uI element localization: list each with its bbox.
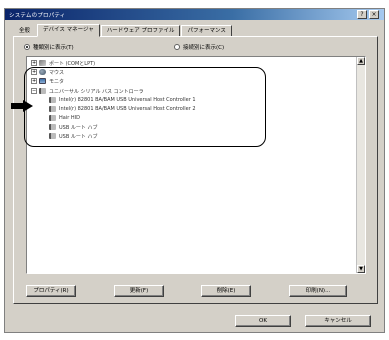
print-button[interactable]: 印刷(N)... xyxy=(289,285,347,297)
view-by-connection-option[interactable]: 接続別に表示(C) xyxy=(174,43,224,51)
radio-view-by-type[interactable] xyxy=(24,44,30,50)
scroll-down-icon[interactable]: ▼ xyxy=(357,265,365,273)
usb-devices-highlight xyxy=(24,67,266,147)
system-properties-window: システムのプロパティ ? × 全般 デバイス マネージャ ハードウェア プロファ… xyxy=(4,8,385,333)
expander-icon[interactable]: + xyxy=(31,60,37,66)
window-title: システムのプロパティ xyxy=(9,13,66,19)
radio-view-by-connection[interactable] xyxy=(174,44,180,50)
port-icon xyxy=(39,60,46,66)
vertical-scrollbar[interactable]: ▲ ▼ xyxy=(356,57,365,273)
refresh-button[interactable]: 更新(F) xyxy=(114,285,164,297)
pointer-arrow-icon xyxy=(11,100,33,112)
tab-device-manager[interactable]: デバイス マネージャ xyxy=(37,24,100,37)
title-bar: システムのプロパティ ? × xyxy=(5,9,384,20)
view-by-connection-label: 接続別に表示(C) xyxy=(183,45,225,51)
view-by-type-option[interactable]: 種類別に表示(T) xyxy=(24,43,74,51)
tree-item-label: ポート (COMとLPT) xyxy=(49,60,96,67)
view-by-type-label: 種類別に表示(T) xyxy=(33,45,74,51)
scroll-up-icon[interactable]: ▲ xyxy=(357,57,365,65)
properties-button[interactable]: プロパティ(R) xyxy=(26,285,76,297)
close-button[interactable]: × xyxy=(369,10,379,19)
remove-button[interactable]: 削除(E) xyxy=(201,285,251,297)
help-button[interactable]: ? xyxy=(357,10,367,19)
ok-button[interactable]: OK xyxy=(235,315,291,327)
tree-item-ports[interactable]: + ポート (COMとLPT) xyxy=(31,59,95,67)
cancel-button[interactable]: キャンセル xyxy=(305,315,371,327)
